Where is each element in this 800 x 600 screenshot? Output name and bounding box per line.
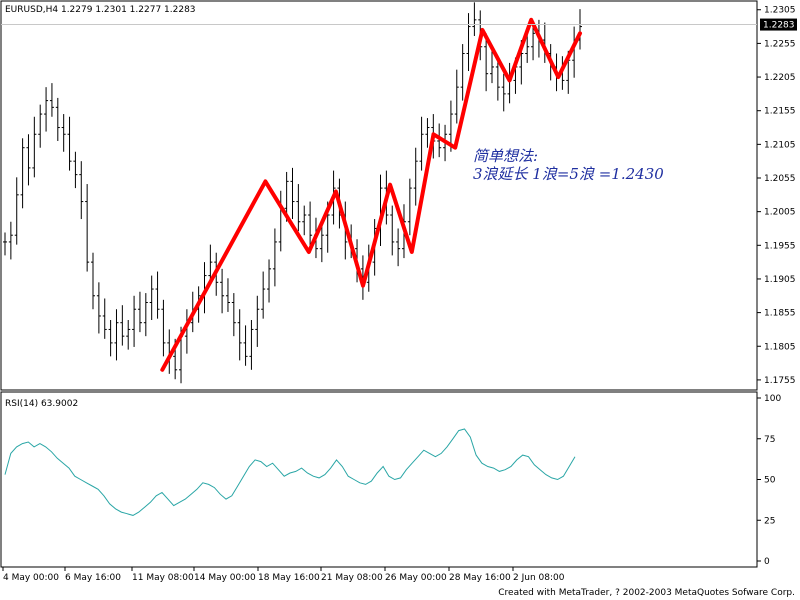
price-tick-label: 1.2105 — [764, 140, 796, 150]
rsi-tick-label: 0 — [764, 557, 770, 567]
time-axis: 4 May 00:00 6 May 16:00 11 May 08:00 14 May… — [2, 567, 565, 583]
chart-canvas: 1.2305 1.2255 1.2205 1.2155 1.2105 1.2055 1.20… — [0, 0, 797, 598]
time-tick-label: 18 May 16:00 — [258, 573, 320, 583]
price-tick-label: 1.2255 — [764, 39, 796, 49]
price-tick-label: 1.2055 — [764, 174, 796, 184]
time-tick-label: 26 May 00:00 — [385, 573, 447, 583]
annotation-line-1: 简单想法: — [473, 147, 538, 165]
footer-credit: Created with MetaTrader, ? 2002-2003 Met… — [498, 588, 795, 598]
price-tick-label: 1.1805 — [764, 342, 796, 352]
rsi-header: RSI(14) 63.9002 — [5, 399, 78, 409]
time-tick-label: 28 May 16:00 — [449, 573, 511, 583]
price-tick-label: 1.2205 — [764, 73, 796, 83]
rsi-tick-label: 50 — [764, 476, 776, 486]
time-tick-label: 4 May 00:00 — [3, 573, 59, 583]
current-price-label: 1.2283 — [763, 21, 795, 31]
price-panel — [0, 0, 758, 391]
symbol-header: EURUSD,H4 1.2279 1.2301 1.2277 1.2283 — [5, 5, 196, 15]
price-tick-label: 1.2305 — [764, 6, 796, 16]
price-tick-label: 1.1955 — [764, 241, 796, 251]
annotation-line-2: 3浪延长 1浪=5浪 =1.2430 — [473, 165, 664, 183]
rsi-tick-label: 75 — [764, 435, 775, 445]
price-axis: 1.2305 1.2255 1.2205 1.2155 1.2105 1.2055 1.20… — [757, 6, 796, 386]
rsi-panel — [0, 391, 758, 568]
time-tick-label: 11 May 08:00 — [132, 573, 194, 583]
price-tick-label: 1.2155 — [764, 107, 796, 117]
price-tick-label: 1.1855 — [764, 309, 796, 319]
time-tick-label: 14 May 00:00 — [194, 573, 256, 583]
time-tick-label: 6 May 16:00 — [65, 573, 121, 583]
time-tick-label: 21 May 08:00 — [321, 573, 383, 583]
price-tick-label: 1.1755 — [764, 376, 796, 386]
rsi-tick-label: 100 — [764, 394, 781, 404]
time-tick-label: 2 Jun 08:00 — [513, 573, 565, 583]
price-tick-label: 1.1905 — [764, 275, 796, 285]
price-tick-label: 1.2005 — [764, 208, 796, 218]
rsi-axis: 100 75 50 25 0 — [757, 394, 781, 567]
rsi-tick-label: 25 — [764, 516, 775, 526]
